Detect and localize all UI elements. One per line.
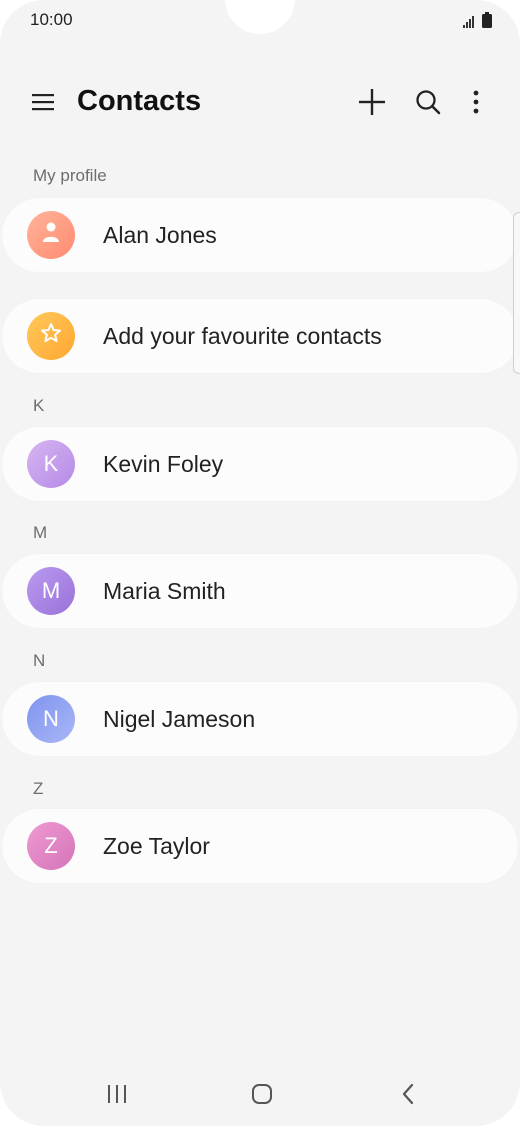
contact-name: Zoe Taylor: [103, 833, 210, 859]
section-label-z: Z: [33, 779, 44, 798]
add-icon[interactable]: [350, 80, 394, 124]
contact-card-kevin-foley[interactable]: K Kevin Foley: [2, 427, 518, 501]
page-title: Contacts: [77, 85, 202, 117]
section-label-k: K: [33, 396, 45, 415]
contact-card-nigel-jameson[interactable]: N Nigel Jameson: [2, 682, 518, 756]
contact-name: Kevin Foley: [103, 451, 224, 477]
contact-card-zoe-taylor[interactable]: Z Zoe Taylor: [2, 809, 518, 883]
avatar: K: [27, 440, 75, 488]
status-icons: [463, 12, 492, 33]
contact-name: Nigel Jameson: [103, 706, 256, 732]
section-label-m: M: [33, 523, 48, 542]
camera-notch: [225, 0, 295, 34]
person-icon: [41, 221, 61, 249]
star-icon: [40, 322, 62, 350]
contact-card-maria-smith[interactable]: M Maria Smith: [2, 554, 518, 628]
hamburger-icon[interactable]: [21, 80, 65, 124]
back-icon[interactable]: [378, 1070, 438, 1118]
favourites-avatar: [27, 312, 75, 360]
navigation-bar: [0, 1070, 520, 1118]
contact-name: Maria Smith: [103, 578, 226, 604]
contact-name: Alan Jones: [103, 222, 217, 248]
home-icon[interactable]: [232, 1070, 292, 1118]
avatar: N: [27, 695, 75, 743]
phone-screen: 10:00 Contacts My profile Alan Jones Add…: [0, 0, 520, 1126]
battery-icon: [482, 12, 492, 33]
more-options-icon[interactable]: [454, 80, 498, 124]
section-label-my-profile: My profile: [33, 166, 107, 185]
status-time: 10:00: [30, 10, 73, 29]
add-favourites-label: Add your favourite contacts: [103, 323, 382, 349]
scrollbar-handle[interactable]: [513, 212, 520, 374]
app-bar: Contacts: [0, 70, 520, 134]
section-label-n: N: [33, 651, 46, 670]
signal-icon: [463, 15, 477, 33]
avatar: M: [27, 567, 75, 615]
avatar: Z: [27, 822, 75, 870]
add-favourites-card[interactable]: Add your favourite contacts: [2, 299, 518, 373]
profile-card[interactable]: Alan Jones: [2, 198, 518, 272]
search-icon[interactable]: [406, 80, 450, 124]
avatar: [27, 211, 75, 259]
recent-apps-icon[interactable]: [87, 1070, 147, 1118]
